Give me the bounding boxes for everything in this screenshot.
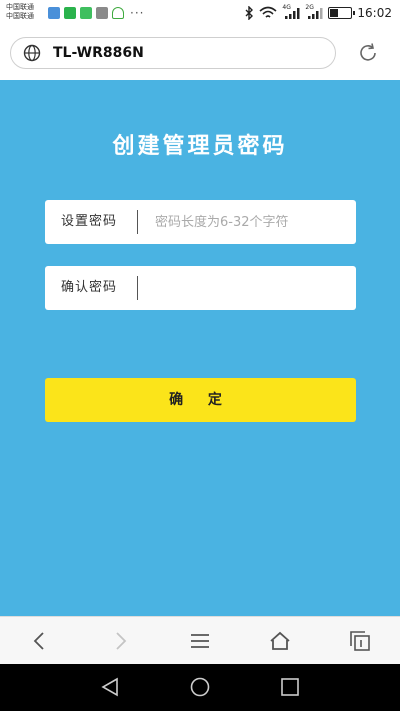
set-password-label: 设置密码	[61, 214, 118, 229]
reload-icon[interactable]	[357, 42, 379, 64]
system-navigation-bar	[0, 664, 400, 711]
address-bar[interactable]: TL-WR886N	[10, 37, 336, 69]
carrier-line-1: 中国联通	[6, 3, 34, 11]
nav-back-icon[interactable]	[99, 676, 121, 698]
page-title: 创建管理员密码	[112, 134, 288, 159]
confirm-password-field: 确认密码	[45, 266, 365, 310]
signal-2g-icon: 2G	[305, 4, 323, 20]
back-icon[interactable]	[28, 629, 52, 653]
tabs-icon[interactable]	[348, 629, 372, 653]
app-notification-icon	[48, 7, 60, 19]
router-setup-page: 创建管理员密码 设置密码 确认密码 确 定	[0, 80, 400, 616]
carrier-line-2: 中国联通	[6, 12, 34, 20]
system-icons: 4G 2G 16:02	[244, 4, 392, 20]
forward-icon[interactable]	[108, 629, 132, 653]
bluetooth-icon	[245, 6, 254, 20]
browser-address-area: TL-WR886N	[0, 28, 400, 80]
more-notifications-icon: ···	[130, 6, 145, 20]
wechat-icon	[64, 7, 76, 19]
address-text: TL-WR886N	[53, 45, 144, 61]
confirm-password-label: 确认密码	[61, 280, 118, 295]
notification-icons: ···	[48, 7, 144, 19]
nav-recents-icon[interactable]	[279, 676, 301, 698]
image-icon	[96, 7, 108, 19]
menu-icon[interactable]	[188, 629, 212, 653]
status-bar: 中国联通 中国联通 ··· 4G 2G 16:02	[0, 0, 400, 28]
globe-icon	[23, 44, 41, 62]
carrier-info: 中国联通 中国联通	[6, 3, 46, 21]
home-icon[interactable]	[268, 629, 292, 653]
set-password-input[interactable]	[145, 206, 365, 238]
set-password-field: 设置密码	[45, 200, 365, 244]
wifi-share-icon	[112, 7, 124, 19]
field-divider	[137, 210, 138, 234]
confirm-password-input[interactable]	[145, 272, 365, 304]
battery-icon	[328, 7, 356, 19]
browser-toolbar	[0, 616, 400, 664]
clock: 16:02	[357, 6, 392, 20]
signal-4g-icon: 4G	[282, 4, 300, 20]
confirm-button[interactable]: 确 定	[45, 378, 356, 422]
nav-home-icon[interactable]	[189, 676, 211, 698]
chat-icon	[80, 7, 92, 19]
wifi-icon	[259, 6, 277, 18]
field-divider	[137, 276, 138, 300]
